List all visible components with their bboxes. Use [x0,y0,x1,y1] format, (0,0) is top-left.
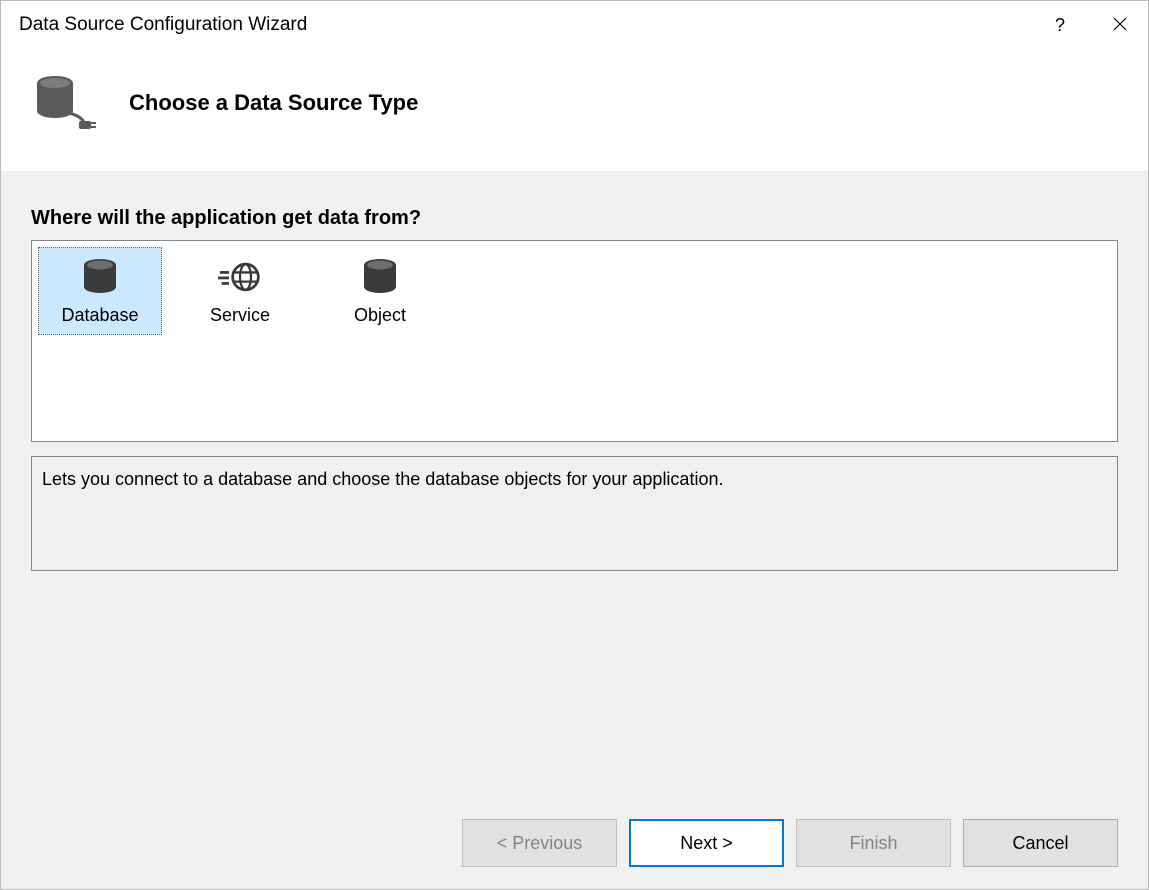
wizard-buttons: < Previous Next > Finish Cancel [1,799,1148,889]
data-source-options: Database Service [31,240,1118,442]
cancel-button[interactable]: Cancel [963,819,1118,867]
option-database[interactable]: Database [38,247,162,335]
wizard-header-icon [29,69,97,137]
titlebar: Data Source Configuration Wizard ? [1,1,1148,49]
database-icon [78,257,122,297]
option-service[interactable]: Service [178,247,302,335]
service-icon [218,257,262,297]
wizard-header: Choose a Data Source Type [1,49,1148,171]
option-description: Lets you connect to a database and choos… [31,456,1118,571]
close-button[interactable] [1108,13,1132,37]
window-title: Data Source Configuration Wizard [19,14,1048,36]
option-label: Database [61,305,138,326]
help-button[interactable]: ? [1048,13,1072,37]
next-button[interactable]: Next > [629,819,784,867]
wizard-step-title: Choose a Data Source Type [129,90,418,116]
window-controls: ? [1048,13,1132,37]
finish-button[interactable]: Finish [796,819,951,867]
option-label: Object [354,305,406,326]
prompt-text: Where will the application get data from… [31,207,1118,230]
wizard-content: Where will the application get data from… [1,171,1148,799]
option-object[interactable]: Object [318,247,442,335]
object-icon [358,257,402,297]
help-icon: ? [1055,15,1065,36]
close-icon [1113,15,1127,36]
previous-button[interactable]: < Previous [462,819,617,867]
option-label: Service [210,305,270,326]
